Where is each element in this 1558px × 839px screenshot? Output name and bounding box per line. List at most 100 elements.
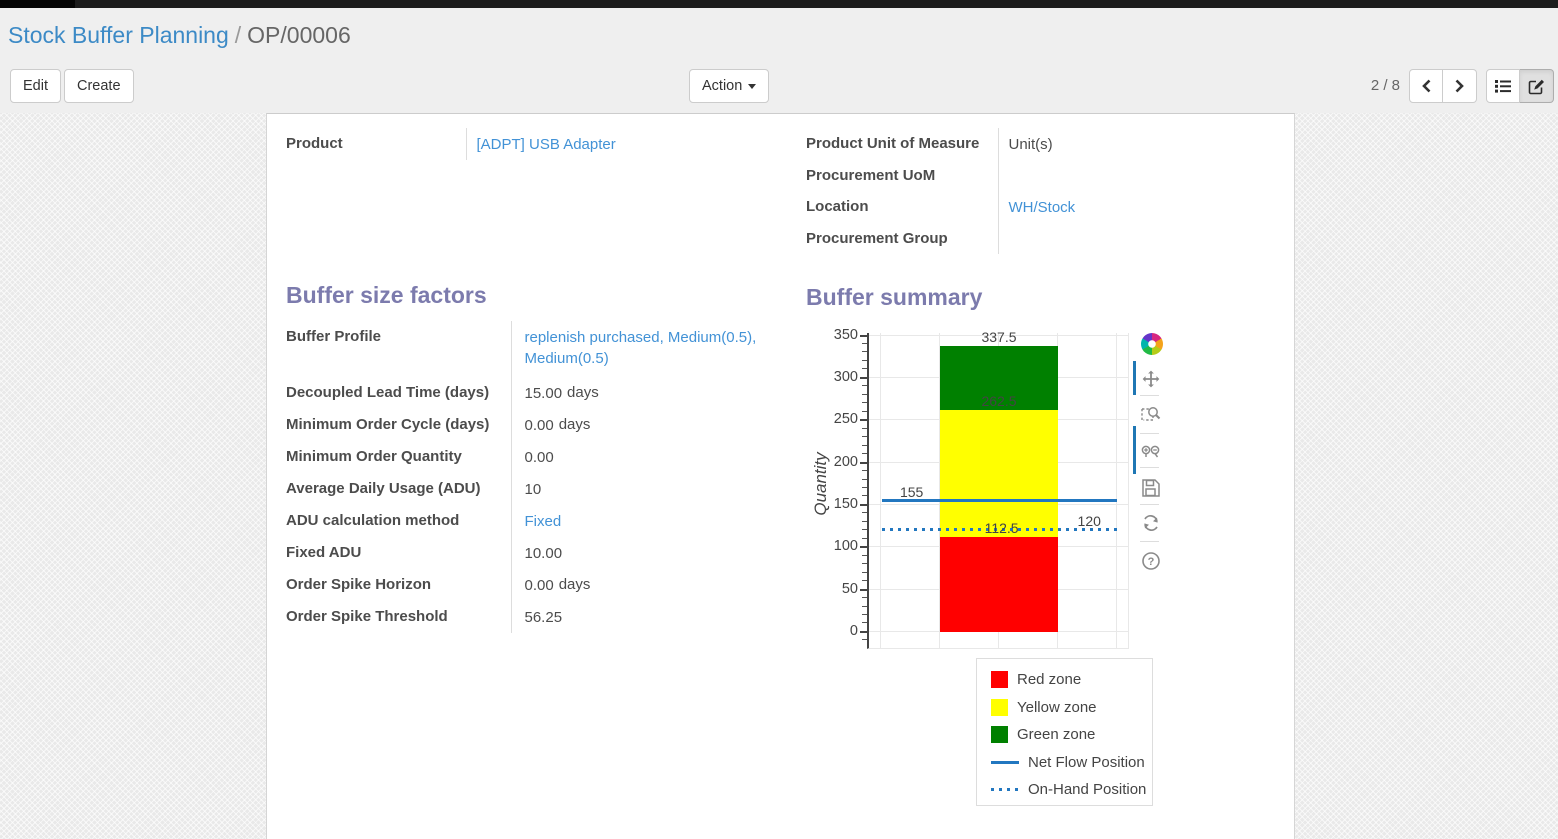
product-uom-value: Unit(s) (998, 128, 1288, 160)
adu-label: Average Daily Usage (ADU) (286, 473, 511, 505)
save-chart-icon[interactable] (1141, 478, 1161, 498)
company-value-clipped: My Company (1008, 113, 1096, 118)
chevron-left-icon (1421, 78, 1432, 94)
plotly-logo-icon[interactable] (1141, 333, 1163, 355)
procurement-uom-value (998, 160, 1288, 191)
procurement-uom-label: Procurement UoM (806, 160, 998, 191)
control-panel: Stock Buffer Planning/OP/00006 Edit Crea… (0, 8, 1558, 113)
legend-label: Yellow zone (1017, 699, 1097, 716)
adu-value: 10 (511, 473, 766, 505)
dlt-label: Decoupled Lead Time (days) (286, 377, 511, 409)
chart-modebar: ? (1133, 333, 1167, 593)
group-buffer-factors: Buffer Profile replenish purchased, Medi… (286, 321, 766, 633)
legend-swatch (991, 671, 1008, 688)
chevron-right-icon (1454, 78, 1465, 94)
location-label: Location (806, 191, 998, 223)
create-button[interactable]: Create (64, 69, 134, 103)
field-row-fixed-adu: Fixed ADU 10.00 (286, 537, 766, 569)
field-row-moc: Minimum Order Cycle (days) 0.00 days (286, 409, 766, 441)
moc-value: 0.00 (525, 417, 554, 434)
reset-axes-icon[interactable] (1141, 513, 1161, 533)
legend-label: On-Hand Position (1028, 781, 1146, 798)
legend-item[interactable]: On-Hand Position (991, 776, 1152, 804)
field-row-spike-horizon: Order Spike Horizon 0.00 days (286, 569, 766, 601)
form-view-button[interactable] (1520, 69, 1554, 103)
form-view-background: My Company Product [ADPT] USB Adapter Pr… (0, 113, 1558, 839)
breadcrumb-link[interactable]: Stock Buffer Planning (8, 22, 229, 48)
procurement-group-label: Procurement Group (806, 223, 998, 254)
field-row-moq: Minimum Order Quantity 0.00 (286, 441, 766, 473)
field-row-procurement-uom: Procurement UoM (806, 160, 1288, 191)
list-view-button[interactable] (1486, 69, 1520, 103)
moc-label: Minimum Order Cycle (days) (286, 409, 511, 441)
view-switcher (1486, 69, 1554, 103)
procurement-group-value (998, 223, 1288, 254)
legend-item[interactable]: Green zone (991, 721, 1152, 749)
spike-horizon-unit: days (559, 576, 591, 593)
edit-form-icon (1528, 78, 1545, 95)
top-menu-bar (0, 0, 1558, 8)
field-row-dlt: Decoupled Lead Time (days) 15.00days (286, 377, 766, 409)
y-axis-label: Quantity (811, 424, 831, 544)
fixed-adu-label: Fixed ADU (286, 537, 511, 569)
legend-item[interactable]: Yellow zone (991, 694, 1152, 722)
edit-button[interactable]: Edit (10, 69, 61, 103)
product-uom-label: Product Unit of Measure (806, 128, 998, 160)
fixed-adu-value: 10.00 (511, 537, 766, 569)
product-link[interactable]: [ADPT] USB Adapter (477, 136, 616, 153)
buffer-profile-link[interactable]: replenish purchased, Medium(0.5), Medium… (525, 329, 757, 367)
zoom-in-out-icon[interactable] (1141, 442, 1161, 462)
pan-icon[interactable] (1141, 369, 1161, 389)
legend-label: Green zone (1017, 726, 1095, 743)
prev-record-button[interactable] (1409, 69, 1443, 103)
modebar-active-indicator (1133, 426, 1136, 474)
field-row-buffer-profile: Buffer Profile replenish purchased, Medi… (286, 321, 766, 377)
field-row-spike-threshold: Order Spike Threshold 56.25 (286, 601, 766, 633)
field-row-uom: Product Unit of Measure Unit(s) (806, 128, 1288, 160)
legend-label: Red zone (1017, 671, 1081, 688)
product-label: Product (286, 128, 466, 160)
buffer-profile-label: Buffer Profile (286, 321, 511, 377)
field-row-procurement-group: Procurement Group (806, 223, 1288, 254)
location-link[interactable]: WH/Stock (1009, 199, 1076, 216)
section-title-factors: Buffer size factors (286, 282, 487, 309)
legend-label: Net Flow Position (1028, 754, 1145, 771)
field-row-location: Location WH/Stock (806, 191, 1288, 223)
legend-item[interactable]: Red zone (991, 666, 1152, 694)
chart-legend-entries: Red zone Yellow zone Green zone Net Flow Po… (991, 666, 1152, 804)
action-button-label: Action (702, 78, 742, 94)
record-pager (1409, 69, 1477, 103)
moq-label: Minimum Order Quantity (286, 441, 511, 473)
dlt-unit: days (567, 384, 599, 401)
field-row-adu: Average Daily Usage (ADU) 10 (286, 473, 766, 505)
group-procurement: Product Unit of Measure Unit(s) Procurem… (806, 128, 1288, 254)
chart-legend: Red zone Yellow zone Green zone Net Flow Po… (976, 658, 1153, 806)
field-row-product: Product [ADPT] USB Adapter (286, 128, 756, 160)
spike-threshold-value: 56.25 (511, 601, 766, 633)
plot-area: 050100150200250300350337.5262.5155112.51… (867, 333, 1129, 649)
svg-text:?: ? (1148, 556, 1155, 568)
adu-method-link[interactable]: Fixed (525, 513, 562, 530)
help-icon[interactable]: ? (1141, 551, 1161, 571)
field-row-adu-method: ADU calculation method Fixed (286, 505, 766, 537)
caret-down-icon (748, 84, 756, 89)
dlt-value: 15.00 (525, 385, 563, 402)
moc-unit: days (559, 416, 591, 433)
breadcrumb-current: OP/00006 (247, 22, 351, 48)
spike-threshold-label: Order Spike Threshold (286, 601, 511, 633)
form-sheet: My Company Product [ADPT] USB Adapter Pr… (266, 113, 1295, 839)
legend-line-sample (991, 788, 1019, 791)
legend-line-sample (991, 761, 1019, 764)
breadcrumb-separator: / (235, 22, 241, 48)
zoom-box-icon[interactable] (1141, 404, 1161, 424)
spike-horizon-value: 0.00 (525, 577, 554, 594)
modebar-active-indicator (1133, 361, 1136, 395)
next-record-button[interactable] (1443, 69, 1477, 103)
spike-horizon-label: Order Spike Horizon (286, 569, 511, 601)
group-product: Product [ADPT] USB Adapter (286, 128, 756, 160)
list-icon (1495, 79, 1511, 93)
action-button[interactable]: Action (689, 69, 769, 103)
pager-count: 2 / 8 (1371, 69, 1400, 103)
moq-value: 0.00 (511, 441, 766, 473)
legend-item[interactable]: Net Flow Position (991, 749, 1152, 777)
